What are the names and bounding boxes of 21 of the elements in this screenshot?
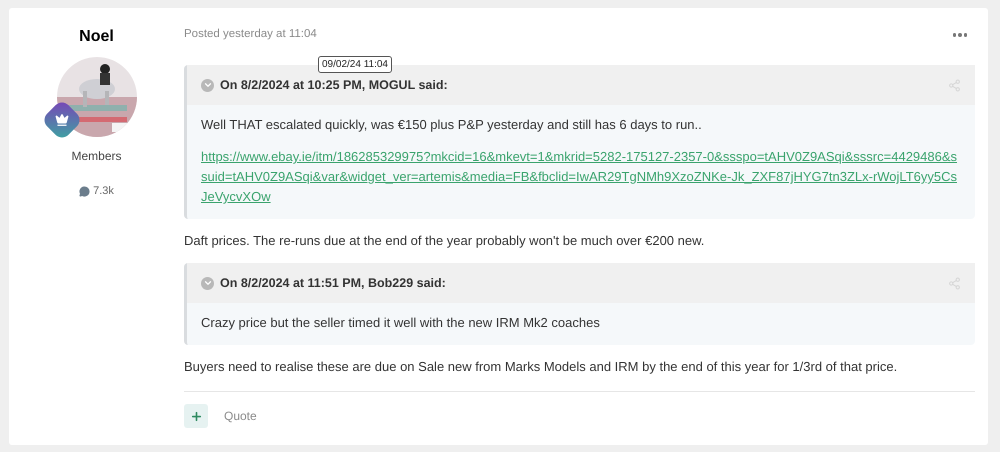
plus-icon [190,410,202,422]
share-icon[interactable] [948,78,961,92]
more-options-icon[interactable] [952,33,967,37]
author-name[interactable]: Noel [79,25,114,49]
share-icon[interactable] [948,276,961,290]
quote-header: On 8/2/2024 at 10:25 PM, MOGUL said: [220,76,448,94]
link[interactable]: https://www.ebay.ie/itm/186285329975?mkcid=16&mkevt=1&mkrid=5282-175127-2357-0&ssspo=tAHV0Z9ASqi&sssrc=4429486&ssuid=tAHV0Z9ASqi&var&widget_ver=artemis&media=FB&fbclid=IwAR29TgNMh9XzoZNKe-Jk_ZXF87jHYG7tn3ZLx-rWojLT6yy5CsJeVycvXOw [201,147,961,207]
post-text: Buyers need to realise these are due on Sale new from Marks Models and IRM by the end of this year for 1/3rd of that price. [184,358,898,376]
quote-text: Crazy price but the seller timed it well with the new IRM Mk2 coaches [201,314,601,332]
quote-header: On 8/2/2024 at 11:51 PM, Bob229 said: [220,274,446,292]
member-group: Members [71,147,122,165]
quote-link[interactable]: Quote [224,407,257,425]
post-date[interactable]: Posted yesterday at 11:04 [184,26,317,44]
comment-icon [79,186,90,197]
post-count: 7.3k [93,184,114,199]
add-reaction-button[interactable] [184,404,208,428]
quote-text: Well THAT escalated quickly, was €150 plus P&P yesterday and still has 6 days to run.. [201,116,703,134]
collapse-icon[interactable] [201,276,214,290]
post-text: Daft prices. The re-runs due at the end of the year probably won't be much over €200 new. [184,232,706,250]
collapse-icon[interactable] [201,78,214,92]
tooltip: 09/02/24 11:04 [318,56,392,73]
